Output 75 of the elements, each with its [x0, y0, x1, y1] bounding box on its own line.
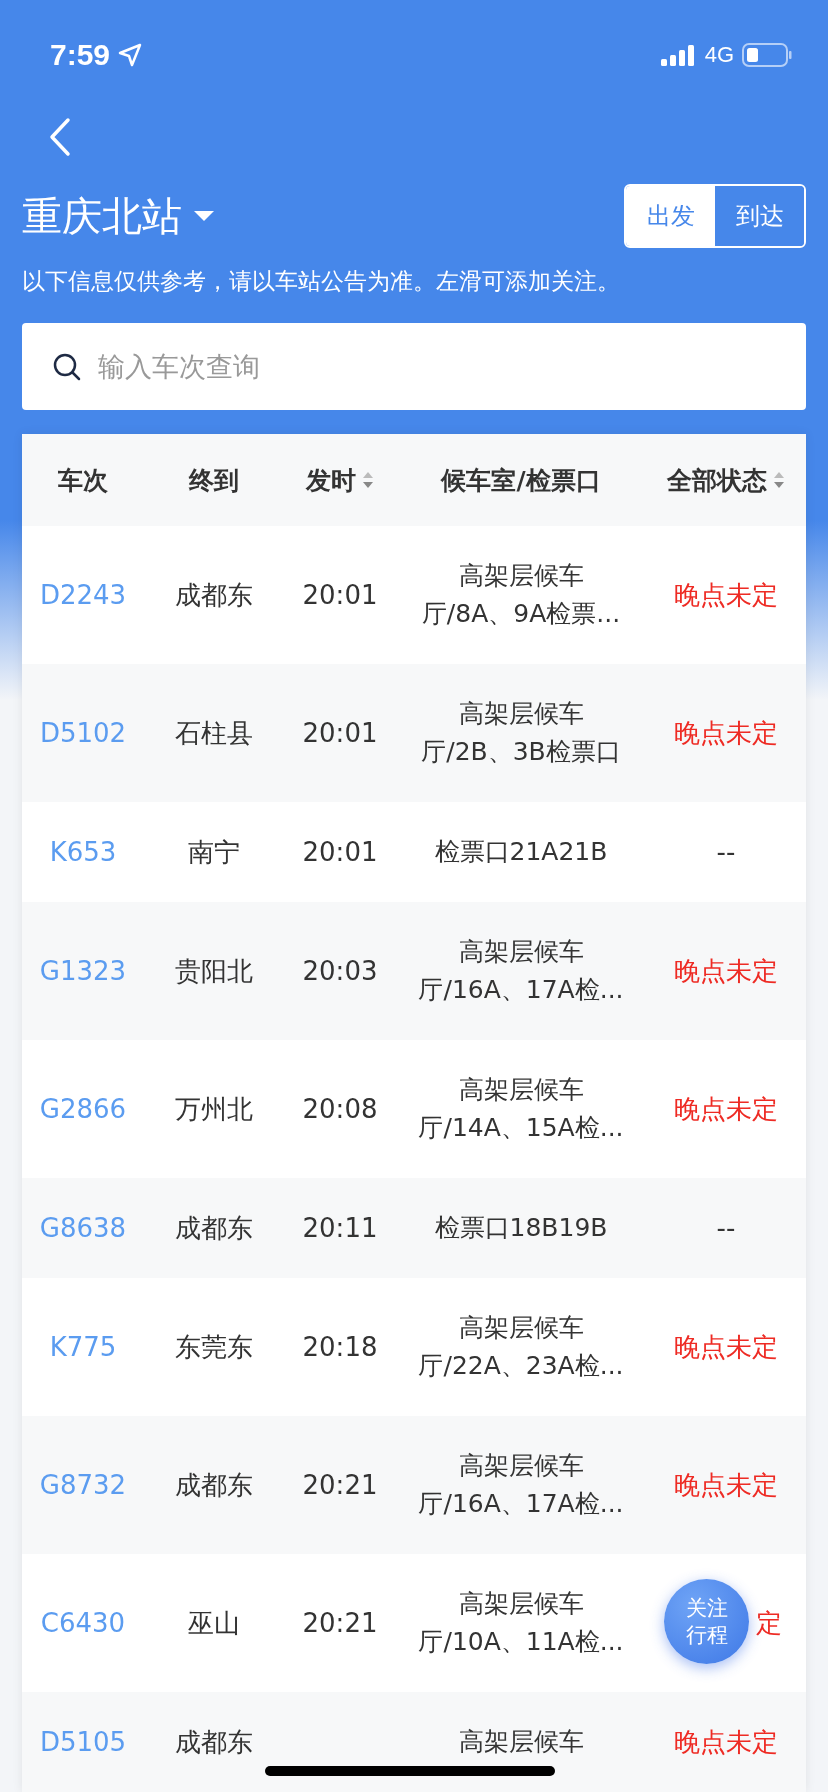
table-cell-text: 成都东 [174, 1726, 254, 1759]
train-number[interactable]: D5102 [22, 683, 144, 783]
gate-text: 高架层候车 [458, 560, 584, 592]
search-bar[interactable]: 输入车次查询 [22, 323, 806, 410]
table-cell-text: 巫山 [187, 1607, 241, 1640]
gate-text: 检票口21A21B [434, 836, 608, 868]
status-text: 晚点未定 [674, 1332, 778, 1362]
gate-text: 厅/22A、23A检... [418, 1350, 624, 1382]
status-text: 晚点未定 [674, 580, 778, 610]
table-cell: 20:01 [302, 837, 378, 867]
train-number[interactable]: K653 [22, 802, 144, 902]
gate-text: 高架层候车 [458, 698, 584, 730]
table-cell: 20:18 [302, 1332, 378, 1362]
status-text: 晚点未定 [674, 1470, 778, 1500]
gate-text: 高架层候车 [458, 1312, 584, 1344]
gate-text: 检票口18B19B [434, 1212, 608, 1244]
gate-text: 高架层候车 [458, 936, 584, 968]
train-number[interactable]: C6430 [22, 1573, 144, 1673]
table-cell: 20:01 [302, 580, 378, 610]
gate-text: 高架层候车 [458, 1726, 584, 1758]
table-cell-text: 贵阳北 [174, 955, 254, 988]
train-number[interactable]: G8638 [22, 1178, 144, 1278]
gate-text: 高架层候车 [458, 1074, 584, 1106]
station-dropdown[interactable]: 重庆北站 [22, 188, 216, 244]
gate-text: 厅/10A、11A检... [418, 1626, 624, 1658]
table-cell-text: 成都东 [174, 1212, 254, 1245]
status-text: -- [716, 837, 736, 867]
gate-text: 厅/16A、17A检... [418, 974, 624, 1006]
table-cell-text: 石柱县 [174, 717, 254, 750]
table-cell-text: 东莞东 [174, 1331, 254, 1364]
gate-text: 高架层候车 [458, 1588, 584, 1620]
table-cell: 20:08 [302, 1094, 378, 1124]
battery-icon [742, 43, 792, 67]
location-arrow-icon [118, 43, 143, 67]
train-number[interactable]: G8732 [22, 1435, 144, 1535]
status-text: 定 [756, 1608, 782, 1638]
signal-icon [660, 44, 697, 66]
table-cell: 20:21 [302, 1608, 378, 1638]
table-cell: 20:01 [302, 718, 378, 748]
status-text: 晚点未定 [674, 956, 778, 986]
train-number[interactable]: K775 [22, 1297, 144, 1397]
status-text: 晚点未定 [674, 718, 778, 748]
status-text: 晚点未定 [674, 1727, 778, 1757]
column-header: 候车室/检票口 [441, 464, 601, 497]
status-text: -- [716, 1213, 736, 1243]
train-number[interactable]: D5105 [22, 1692, 144, 1792]
table-cell: 20:03 [302, 956, 378, 986]
table-cell: 20:21 [302, 1470, 378, 1500]
column-header: 车次 [58, 464, 108, 497]
train-number[interactable]: D2243 [22, 545, 144, 645]
gate-text: 高架层候车 [458, 1450, 584, 1482]
train-number[interactable]: G1323 [22, 921, 144, 1021]
status-text: 晚点未定 [674, 1094, 778, 1124]
search-field[interactable]: 输入车次查询 [96, 350, 776, 383]
mode-tab[interactable]: 出发 [626, 186, 715, 246]
gate-text: 厅/14A、15A检... [418, 1112, 624, 1144]
column-header[interactable]: 发时 [306, 463, 356, 497]
gate-text: 厅/8A、9A检票... [421, 598, 621, 630]
network-label: 4G [704, 42, 734, 68]
notice-text: 以下信息仅供参考，请以车站公告为准。左滑可添加关注。 [22, 267, 621, 296]
column-header: 终到 [189, 464, 239, 497]
gate-text: 厅/2B、3B检票口 [421, 736, 621, 768]
sort-icon [362, 470, 374, 490]
sort-icon [773, 470, 785, 490]
train-number[interactable]: G2866 [22, 1059, 144, 1159]
search-icon [52, 351, 82, 382]
caret-icon [192, 209, 216, 223]
gate-text: 厅/16A、17A检... [418, 1488, 624, 1520]
table-cell-text: 南宁 [187, 836, 241, 869]
table-cell-text: 万州北 [174, 1093, 254, 1126]
table-cell-text: 成都东 [174, 1469, 254, 1502]
column-header[interactable]: 全部状态 [667, 463, 767, 497]
clock-time: 7:59 [50, 38, 111, 72]
table-cell-text: 成都东 [174, 579, 254, 612]
table-cell: 20:11 [302, 1213, 378, 1243]
